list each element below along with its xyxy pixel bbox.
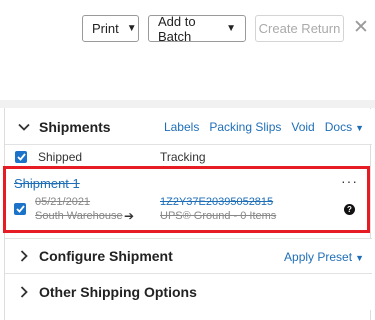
configure-shipment-title: Configure Shipment (39, 248, 173, 264)
tracking-number-link[interactable]: 1Z2Y37E20395052815 (160, 196, 273, 208)
print-dropdown-button[interactable]: Print ▼ (82, 15, 139, 42)
docs-label: Docs (324, 120, 353, 134)
caret-down-icon: ▼ (355, 123, 364, 133)
packing-slips-link[interactable]: Packing Slips (209, 120, 281, 134)
divider (0, 100, 375, 108)
help-icon[interactable]: ? (344, 204, 355, 215)
create-return-label: Create Return (258, 21, 341, 36)
other-shipping-options-header[interactable]: Other Shipping Options (5, 274, 372, 310)
docs-dropdown[interactable]: Docs ▼ (325, 120, 364, 134)
shipment-name-link[interactable]: Shipment 1 (14, 176, 80, 191)
shipment-row-highlight: Shipment 1 ··· 05/21/2021 South Warehous… (3, 166, 370, 233)
shipments-section-header[interactable]: Shipments Labels Packing Slips Void Docs… (5, 109, 372, 145)
labels-link[interactable]: Labels (164, 120, 199, 134)
shipment-actions: Labels Packing Slips Void Docs ▼ (164, 109, 364, 145)
select-all-checkbox[interactable] (15, 151, 27, 163)
more-options-icon[interactable]: ··· (341, 173, 358, 189)
column-shipped: Shipped (38, 150, 83, 164)
apply-preset-label: Apply Preset ▼ (284, 250, 364, 264)
caret-down-icon: ▼ (226, 23, 236, 34)
chevron-right-icon[interactable] (18, 250, 30, 262)
shipment-warehouse: South Warehouse (35, 210, 123, 222)
apply-preset-dropdown[interactable]: Apply Preset ▼ (284, 239, 364, 275)
caret-down-icon: ▼ (126, 23, 137, 34)
shipments-title: Shipments (39, 118, 111, 135)
void-link[interactable]: Void (291, 120, 314, 134)
other-shipping-options-title: Other Shipping Options (39, 284, 197, 300)
close-icon[interactable]: ✕ (353, 18, 369, 38)
create-return-button[interactable]: Create Return (255, 15, 344, 42)
column-tracking: Tracking (160, 150, 206, 164)
caret-down-icon: ▼ (355, 253, 364, 263)
shipment-checkbox[interactable] (14, 203, 26, 215)
chevron-right-icon[interactable] (18, 286, 30, 298)
shipment-date: 05/21/2021 (35, 196, 91, 208)
shipping-method: UPS® Ground - 0 Items (160, 210, 277, 222)
add-to-batch-label: Add to Batch (158, 13, 196, 44)
action-toolbar: Print ▼ Add to Batch ▼ Create Return ✕ (0, 0, 375, 100)
chevron-down-icon[interactable] (18, 123, 30, 131)
apply-preset-text: Apply Preset (284, 250, 353, 264)
arrow-right-icon: ➔ (124, 209, 135, 223)
add-to-batch-dropdown-button[interactable]: Add to Batch ▼ (148, 13, 246, 44)
configure-shipment-header[interactable]: Configure Shipment Apply Preset ▼ (5, 238, 372, 274)
print-label: Print (92, 21, 119, 36)
